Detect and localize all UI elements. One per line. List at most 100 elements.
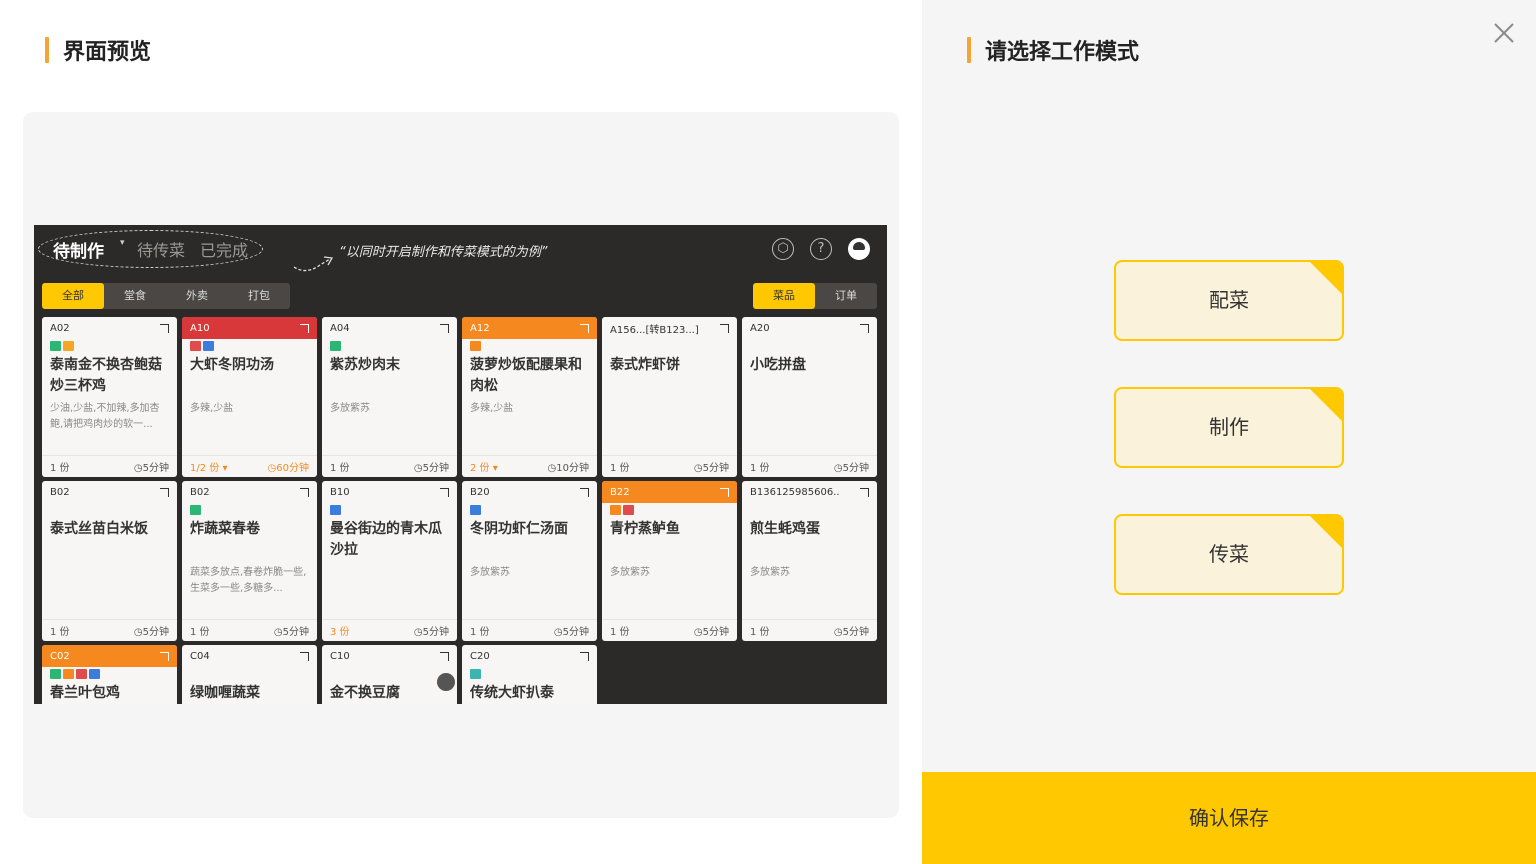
tag-badge [63, 669, 74, 679]
card-table-id: A156...[转B123...] [610, 324, 699, 336]
mode-button-serve[interactable]: 传菜 [1114, 514, 1344, 595]
card-header: A04 [322, 317, 457, 339]
preview-topbar: 待制作 ▾ 待传菜 已完成 “以同时开启制作和传菜模式的为例” ⬡ ? [34, 225, 887, 275]
tag-badge [89, 669, 100, 679]
card-quantity: 1 份 [190, 627, 210, 638]
card-footer: 3 份 ◷5分钟 [322, 619, 457, 641]
card-timer: ◷5分钟 [133, 627, 169, 638]
card-quantity: 1 份 [610, 463, 630, 474]
card-table-id: A02 [50, 322, 70, 334]
card-timer: ◷10分钟 [547, 463, 589, 474]
card-timer: ◷5分钟 [833, 463, 869, 474]
card-header: B136125985606.. [742, 481, 877, 503]
card-header: A20 [742, 317, 877, 339]
card-table-id: C10 [330, 650, 350, 662]
expand-icon [860, 487, 869, 497]
mode-button-prep[interactable]: 配菜 [1114, 260, 1344, 341]
card-table-id: A04 [330, 322, 350, 334]
card-timer: ◷5分钟 [273, 627, 309, 638]
close-icon[interactable] [1492, 21, 1516, 45]
mode-button-label: 制作 [1209, 415, 1249, 439]
card-footer: 1 份 ◷5分钟 [602, 455, 737, 477]
order-card: C20 传统大虾扒泰 [462, 645, 597, 704]
tag-badge [610, 505, 621, 515]
order-card: A12 菠萝炒饭配腰果和肉松 多辣,少盐 2 份 ▾ ◷10分钟 [462, 317, 597, 477]
order-card: A20 小吃拼盘 1 份 ◷5分钟 [742, 317, 877, 477]
card-table-id: C04 [190, 650, 210, 662]
order-card: B20 冬阴功虾仁汤面 多放紫苏 1 份 ◷5分钟 [462, 481, 597, 641]
card-dish-name: 传统大虾扒泰 [470, 685, 554, 701]
avatar [848, 238, 870, 260]
view-dishes: 菜品 [753, 283, 815, 309]
card-dish-name: 青柠蒸鲈鱼 [610, 521, 680, 537]
tag-badge [50, 669, 61, 679]
card-table-id: A20 [750, 322, 770, 334]
expand-icon [160, 487, 169, 497]
preview-title-text: 界面预览 [63, 40, 152, 65]
card-header: C10 [322, 645, 457, 667]
preview-view-toggle: 菜品 订单 [753, 283, 877, 309]
tag-badge [470, 669, 481, 679]
filter-takeaway: 打包 [248, 289, 270, 302]
card-quantity: 1/2 份 ▾ [190, 463, 228, 474]
card-tags [462, 667, 597, 681]
mode-button-label: 配菜 [1209, 288, 1249, 312]
card-timer: ◷5分钟 [693, 463, 729, 474]
card-header: A02 [42, 317, 177, 339]
card-table-id: B10 [330, 486, 350, 498]
card-table-id: B22 [610, 486, 630, 498]
card-quantity: 1 份 [470, 627, 490, 638]
card-footer: 1 份 ◷5分钟 [182, 619, 317, 641]
card-quantity: 3 份 [330, 627, 350, 638]
card-table-id: B20 [470, 486, 490, 498]
selected-corner-icon [1309, 516, 1342, 549]
mode-panel: 请选择工作模式 配菜 制作 传菜 确认保存 [922, 0, 1536, 864]
order-card: C02 春兰叶包鸡 [42, 645, 177, 704]
preview-filter-group: 全部 堂食 外卖 打包 [42, 283, 290, 309]
card-dish-name: 泰式炸虾饼 [610, 357, 680, 373]
annotation-note: “以同时开启制作和传菜模式的为例” [339, 245, 548, 260]
card-header: B02 [42, 481, 177, 503]
expand-icon [440, 487, 449, 497]
order-card: A02 泰南金不换杏鲍菇炒三杯鸡 少油,少盐,不加辣,多加杏鲍,请把鸡肉炒的软一..… [42, 317, 177, 477]
preview-title: 界面预览 [45, 36, 152, 65]
order-card: B22 青柠蒸鲈鱼 多放紫苏 1 份 ◷5分钟 [602, 481, 737, 641]
card-note: 多辣,少盐 [190, 403, 234, 414]
expand-icon [580, 487, 589, 497]
confirm-save-button[interactable]: 确认保存 [922, 772, 1536, 864]
filter-delivery: 外卖 [186, 289, 208, 302]
order-card: A04 紫苏炒肉末 多放紫苏 1 份 ◷5分钟 [322, 317, 457, 477]
title-accent-bar [967, 37, 971, 63]
card-tags [42, 339, 177, 353]
card-dish-name: 紫苏炒肉末 [330, 357, 400, 373]
card-timer: ◷5分钟 [413, 627, 449, 638]
card-header: A10 [182, 317, 317, 339]
card-dish-name: 绿咖喱蔬菜 [190, 685, 260, 701]
expand-icon [720, 487, 729, 497]
card-header: B22 [602, 481, 737, 503]
expand-icon [160, 651, 169, 661]
card-table-id: A12 [470, 322, 490, 334]
card-header: A12 [462, 317, 597, 339]
annotation-arrow-icon [293, 256, 334, 272]
card-dish-name: 煎生蚝鸡蛋 [750, 521, 820, 537]
card-timer: ◷5分钟 [553, 627, 589, 638]
order-card: A156...[转B123...] 泰式炸虾饼 1 份 ◷5分钟 [602, 317, 737, 477]
card-tags [462, 503, 597, 517]
card-tags [182, 503, 317, 517]
tag-badge [203, 341, 214, 351]
card-header: B02 [182, 481, 317, 503]
mode-button-cook[interactable]: 制作 [1114, 387, 1344, 468]
tag-badge [190, 505, 201, 515]
card-dish-name: 春兰叶包鸡 [50, 685, 120, 701]
help-icon: ? [810, 238, 832, 260]
card-tags [182, 339, 317, 353]
card-tags [602, 339, 737, 353]
card-dish-name: 大虾冬阴功汤 [190, 357, 274, 373]
order-card: C04 绿咖喱蔬菜 [182, 645, 317, 704]
card-tags [742, 503, 877, 517]
card-tags [322, 503, 457, 517]
tag-badge [470, 341, 481, 351]
card-note: 蔬菜多放点,春卷炸脆一些,生菜多一些,多糖多... [190, 567, 307, 594]
card-footer: 1 份 ◷5分钟 [42, 619, 177, 641]
